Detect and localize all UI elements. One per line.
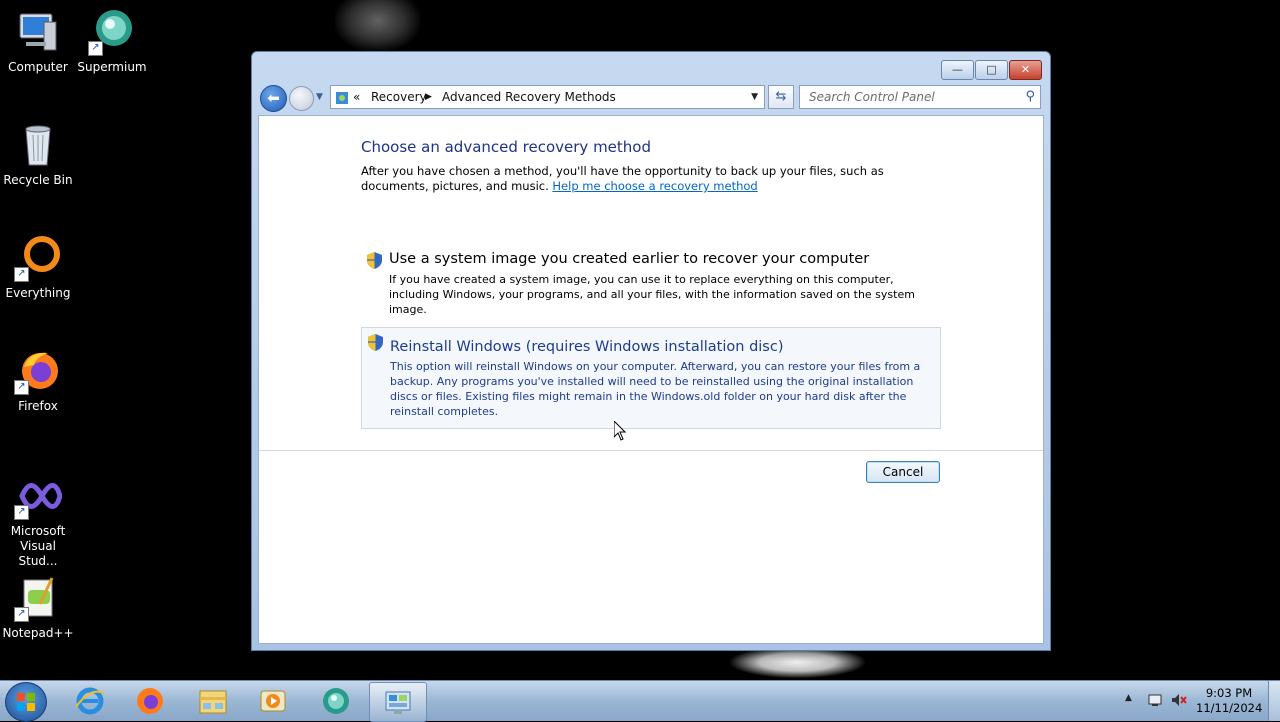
recycle-bin-icon [14, 121, 62, 169]
desktop-icon-supermium[interactable]: ↗ Supermium [74, 8, 150, 75]
minimize-button[interactable]: — [941, 60, 974, 80]
system-clock[interactable]: 9:03 PM 11/11/2024 [1196, 686, 1262, 716]
desktop-icon-label: Recycle Bin [3, 173, 73, 187]
desktop-icon-label-line2: Visual Stud... [18, 539, 58, 568]
search-input[interactable] [807, 86, 1016, 108]
desktop-icon-firefox[interactable]: ↗ Firefox [0, 347, 76, 414]
control-panel-icon [335, 90, 349, 104]
mouse-pointer-icon [613, 419, 627, 441]
taskbar: ▲ 9:03 PM 11/11/2024 [0, 680, 1280, 722]
start-orb-icon[interactable] [5, 682, 47, 722]
desktop-icon-label: Microsoft [10, 524, 66, 538]
breadcrumb-separator[interactable]: ▶ [425, 86, 432, 108]
option-description: If you have created a system image, you … [389, 273, 915, 316]
window-controls: — □ ✕ [941, 60, 1042, 80]
breadcrumb-recovery[interactable]: Recovery [371, 86, 427, 108]
search-icon[interactable]: ⚲ [1025, 86, 1035, 108]
shield-icon [367, 252, 382, 269]
clock-date: 11/11/2024 [1196, 701, 1263, 715]
visual-studio-icon: ↗ [14, 472, 63, 520]
taskbar-file-explorer[interactable] [185, 682, 241, 720]
search-box: ⚲ [799, 85, 1041, 109]
taskbar-internet-explorer[interactable] [62, 682, 118, 720]
shortcut-arrow-icon: ↗ [14, 505, 29, 520]
shortcut-arrow-icon: ↗ [14, 267, 29, 282]
shield-icon [368, 334, 383, 351]
supermium-icon [323, 688, 349, 714]
desktop-icon-label: Supermium [77, 60, 147, 74]
option-title: Reinstall Windows (requires Windows inst… [390, 339, 784, 355]
volume-muted-icon[interactable] [1171, 692, 1187, 708]
firefox-icon [137, 688, 163, 714]
shortcut-arrow-icon: ↗ [14, 380, 29, 395]
back-arrow-icon[interactable]: ⬅ [260, 85, 287, 112]
desktop-icon-label: Notepad++ [2, 626, 74, 640]
internet-explorer-icon [75, 687, 105, 715]
help-link[interactable]: Help me choose a recovery method [552, 179, 757, 193]
intro-text: After you have chosen a method, you'll h… [361, 164, 921, 194]
maximize-button[interactable]: □ [975, 60, 1008, 80]
file-explorer-icon [199, 690, 227, 714]
taskbar-firefox[interactable] [122, 682, 178, 720]
media-player-icon [260, 690, 286, 712]
breadcrumb-overflow[interactable]: « [353, 86, 360, 108]
taskbar-control-panel[interactable] [369, 682, 427, 722]
option-title: Use a system image you created earlier t… [389, 251, 870, 267]
taskbar-media-player[interactable] [245, 682, 301, 720]
recent-pages-dropdown[interactable]: ▼ [316, 90, 326, 104]
control-panel-window: — □ ✕ ⬅ ▼ « Recovery ▶ Advanced Recovery… [251, 51, 1051, 651]
show-hidden-icons-button[interactable]: ▲ [1125, 693, 1132, 703]
clock-time: 9:03 PM [1205, 686, 1253, 700]
cancel-button[interactable]: Cancel [866, 461, 940, 483]
refresh-icon[interactable]: ⇆ [768, 85, 794, 109]
shortcut-arrow-icon: ↗ [88, 41, 103, 56]
everything-icon: ↗ [14, 234, 62, 282]
divider [259, 450, 1043, 451]
supermium-icon: ↗ [88, 8, 136, 56]
address-bar[interactable]: « Recovery ▶ Advanced Recovery Methods ▼ [330, 85, 765, 109]
show-desktop-button[interactable] [1268, 681, 1280, 721]
option-reinstall-windows[interactable]: Reinstall Windows (requires Windows inst… [361, 327, 941, 429]
action-center-icon[interactable] [1147, 692, 1163, 708]
desktop-icon-label: Firefox [18, 399, 58, 413]
desktop-icon-label: Computer [8, 60, 68, 74]
breadcrumb-advanced-recovery-methods[interactable]: Advanced Recovery Methods [442, 86, 616, 108]
desktop-icon-recycle-bin[interactable]: Recycle Bin [0, 121, 76, 188]
address-dropdown[interactable]: ▼ [751, 86, 758, 108]
page-title: Choose an advanced recovery method [361, 138, 652, 156]
navigation-bar: ⬅ ▼ « Recovery ▶ Advanced Recovery Metho… [260, 85, 1042, 112]
computer-icon [14, 8, 62, 56]
firefox-icon: ↗ [14, 347, 62, 395]
desktop-icon-everything[interactable]: ↗ Everything [0, 234, 76, 301]
option-system-image[interactable]: Use a system image you created earlier t… [361, 246, 939, 316]
close-button[interactable]: ✕ [1009, 60, 1042, 80]
content-pane: Choose an advanced recovery method After… [258, 115, 1044, 644]
desktop-icon-computer[interactable]: Computer [0, 8, 76, 75]
desktop-icon-notepad-plus-plus[interactable]: ↗ Notepad++ [0, 574, 76, 641]
shortcut-arrow-icon: ↗ [14, 607, 29, 622]
taskbar-supermium[interactable] [308, 682, 364, 720]
option-description: This option will reinstall Windows on yo… [390, 360, 921, 418]
desktop-icon-label: Everything [5, 286, 71, 300]
desktop-icon-visual-studio[interactable]: ↗ Microsoft Visual Stud... [0, 472, 76, 569]
notepad-plus-plus-icon: ↗ [14, 574, 62, 622]
control-panel-icon [385, 691, 411, 714]
wallpaper-smoke-top [335, 0, 420, 52]
forward-arrow-icon[interactable] [289, 86, 314, 111]
